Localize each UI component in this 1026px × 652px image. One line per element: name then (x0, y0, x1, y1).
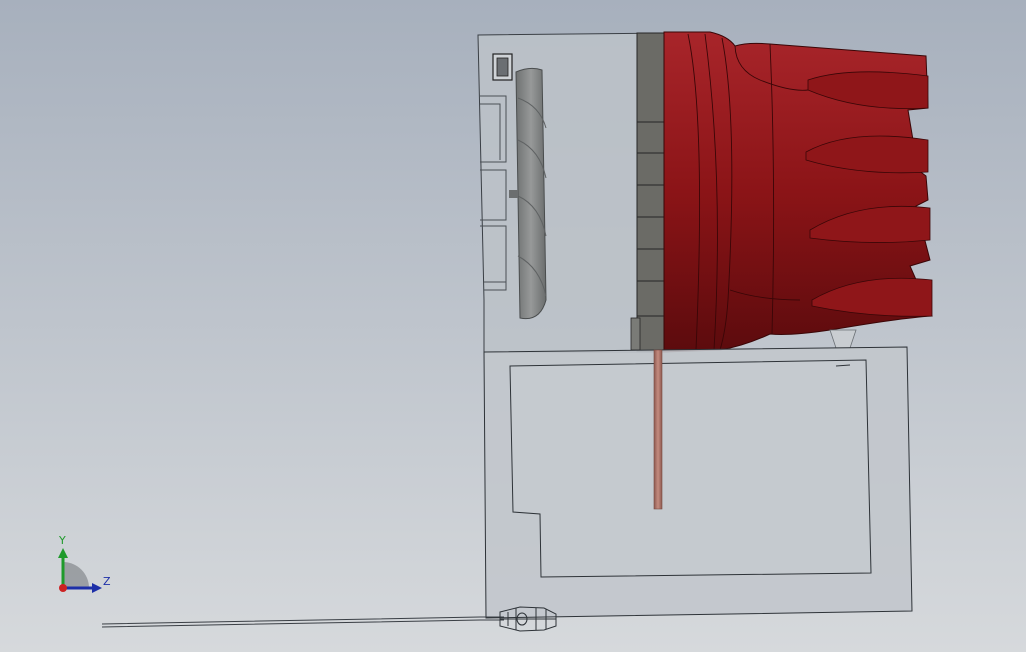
heatsink-plate[interactable] (636, 32, 666, 352)
fan-hub (509, 190, 518, 198)
cad-graphics-viewport[interactable]: Y Z (0, 0, 1026, 652)
heatsink-clip (630, 317, 641, 351)
triad-y-arrow (58, 548, 68, 558)
fin-foot (829, 329, 857, 349)
model-scene[interactable]: Y Z (0, 0, 1026, 652)
lower-base-housing[interactable] (483, 346, 913, 619)
heat-pipe-rod[interactable] (653, 349, 663, 510)
triad-quadrant (63, 562, 89, 588)
triad-z-label: Z (103, 575, 111, 588)
lower-base-inner-frame (509, 359, 872, 578)
triad-origin (59, 584, 67, 592)
triad-y-label: Y (58, 534, 66, 547)
indicator-window-inner (496, 57, 509, 77)
coordinate-triad-icon: Y Z (58, 534, 111, 593)
cable[interactable] (101, 616, 504, 628)
triad-z-arrow (92, 583, 102, 593)
red-fin-block[interactable] (663, 31, 933, 353)
